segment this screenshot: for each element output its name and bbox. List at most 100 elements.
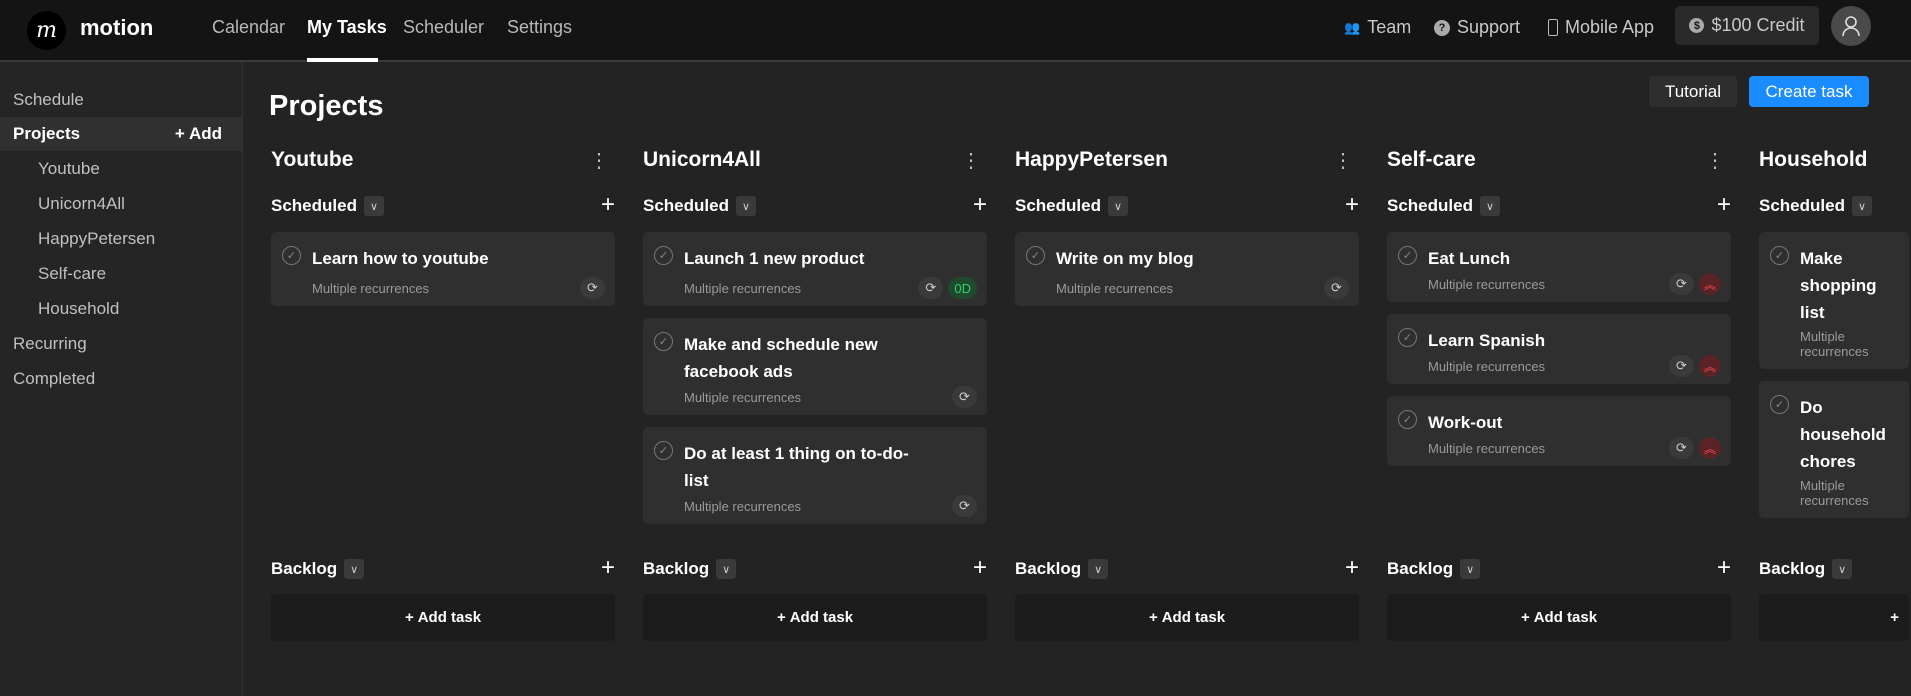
sidebar-item-completed[interactable]: Completed [0,362,242,396]
task-card[interactable]: ✓ Do household chores Multiple recurrenc… [1759,381,1909,518]
due-badge: 0D [948,277,977,299]
checkmark-circle-icon[interactable]: ✓ [282,246,301,265]
chevron-down-icon[interactable]: ∨ [1851,196,1872,216]
tutorial-button[interactable]: Tutorial [1649,76,1737,107]
project-title[interactable]: HappyPetersen [1015,148,1168,172]
recurring-icon: ⟳ [952,495,977,517]
task-card[interactable]: ✓ Do at least 1 thing on to-do-list Mult… [643,427,987,524]
task-card[interactable]: ✓ Make and schedule new facebook ads Mul… [643,318,987,415]
nav-my-tasks[interactable]: My Tasks [307,17,387,38]
recurring-icon: ⟳ [580,277,605,299]
sidebar: Schedule Projects + Add Youtube Unicorn4A… [0,62,243,696]
task-card[interactable]: ✓ Launch 1 new product Multiple recurren… [643,232,987,306]
plus-icon: + [1520,609,1530,626]
task-card[interactable]: ✓ Make shopping list Multiple recurrence… [1759,232,1909,369]
create-task-button[interactable]: Create task [1749,76,1869,107]
checkmark-circle-icon[interactable]: ✓ [1770,246,1789,265]
page-title: Projects [269,90,384,122]
add-task-button[interactable]: + [1759,594,1909,641]
sidebar-item-projects[interactable]: Projects + Add [0,117,242,151]
add-task-button[interactable]: + Add task [1015,594,1359,641]
chevron-down-icon[interactable]: ∨ [1832,559,1853,579]
active-tab-indicator [307,58,378,62]
checkmark-circle-icon[interactable]: ✓ [1770,395,1789,414]
add-task-button[interactable]: + Add task [643,594,987,641]
add-scheduled-icon[interactable]: + [601,191,615,219]
chevron-down-icon[interactable]: ∨ [1088,559,1109,579]
checkmark-circle-icon[interactable]: ✓ [654,441,673,460]
add-scheduled-icon[interactable]: + [973,191,987,219]
avatar[interactable] [1831,6,1871,46]
scheduled-section-header: Scheduled ∨ + [643,191,987,219]
project-title[interactable]: Unicorn4All [643,148,761,172]
checkmark-circle-icon[interactable]: ✓ [1398,328,1417,347]
add-scheduled-icon[interactable]: + [1717,191,1731,219]
sidebar-item-happypetersen[interactable]: HappyPetersen [0,222,242,256]
chevron-down-icon[interactable]: ∨ [363,196,384,216]
task-recurrence: Multiple recurrences [1428,359,1546,374]
sidebar-item-self-care[interactable]: Self-care [0,257,242,291]
more-options-icon[interactable]: ⋮ [1705,148,1725,173]
sidebar-item-youtube[interactable]: Youtube [0,152,242,186]
chevron-down-icon[interactable]: ∨ [1460,559,1481,579]
sidebar-item-schedule[interactable]: Schedule [0,83,242,117]
chevron-down-icon[interactable]: ∨ [344,559,365,579]
sidebar-item-recurring[interactable]: Recurring [0,327,242,361]
add-backlog-icon[interactable]: + [973,554,987,582]
task-card[interactable]: ✓ Work-out Multiple recurrences ⟳ ︽ [1387,396,1731,466]
checkmark-circle-icon[interactable]: ✓ [654,332,673,351]
task-title: Make shopping list [1800,249,1877,322]
chevron-down-icon[interactable]: ∨ [716,559,737,579]
add-scheduled-icon[interactable]: + [1345,191,1359,219]
sidebar-item-unicorn4all[interactable]: Unicorn4All [0,187,242,221]
nav-settings[interactable]: Settings [507,17,572,38]
task-recurrence: Multiple recurrences [1428,441,1546,456]
task-title: Learn how to youtube [312,249,489,268]
scheduled-section-header: Scheduled ∨ + [1015,191,1359,219]
sidebar-item-household[interactable]: Household [0,292,242,326]
backlog-section-header: Backlog ∨ [1759,557,1909,581]
task-recurrence: Multiple recurrences [684,499,802,514]
more-options-icon[interactable]: ⋮ [589,148,609,173]
add-project-button[interactable]: + Add [175,117,222,151]
add-backlog-icon[interactable]: + [601,554,615,582]
checkmark-circle-icon[interactable]: ✓ [1398,246,1417,265]
project-title[interactable]: Household [1759,148,1868,172]
scheduled-section-header: Scheduled ∨ + [271,191,615,219]
credit-button[interactable]: $ $100 Credit [1675,6,1819,45]
task-title: Launch 1 new product [684,249,865,268]
project-title[interactable]: Self-care [1387,148,1476,172]
task-recurrence: Multiple recurrences [1428,277,1546,292]
plus-icon: + [1890,609,1899,626]
checkmark-circle-icon[interactable]: ✓ [1398,410,1417,429]
chevron-down-icon[interactable]: ∨ [1107,196,1128,216]
more-options-icon[interactable]: ⋮ [1333,148,1353,173]
task-card[interactable]: ✓ Write on my blog Multiple recurrences … [1015,232,1359,306]
add-task-button[interactable]: + Add task [1387,594,1731,641]
priority-urgent-icon: ︽ [1699,273,1721,295]
chevron-down-icon[interactable]: ∨ [735,196,756,216]
recurring-icon: ⟳ [1669,437,1694,459]
mobile-app-link[interactable]: Mobile App [1548,17,1654,38]
top-nav: m motion Calendar My Tasks Scheduler Set… [0,0,1911,62]
task-card[interactable]: ✓ Eat Lunch Multiple recurrences ⟳ ︽ [1387,232,1731,302]
nav-calendar[interactable]: Calendar [212,17,285,38]
dollar-icon: $ [1689,18,1705,33]
task-recurrence: Multiple recurrences [1800,329,1869,359]
team-link[interactable]: 👥 Team [1344,17,1411,38]
project-title[interactable]: Youtube [271,148,353,172]
task-card[interactable]: ✓ Learn Spanish Multiple recurrences ⟳ ︽ [1387,314,1731,384]
add-backlog-icon[interactable]: + [1717,554,1731,582]
more-options-icon[interactable]: ⋮ [961,148,981,173]
checkmark-circle-icon[interactable]: ✓ [1026,246,1045,265]
checkmark-circle-icon[interactable]: ✓ [654,246,673,265]
nav-scheduler[interactable]: Scheduler [403,17,484,38]
recurring-icon: ⟳ [918,277,944,299]
add-backlog-icon[interactable]: + [1345,554,1359,582]
motion-logo[interactable]: m [27,11,66,50]
support-link[interactable]: ? Support [1434,17,1520,38]
task-card[interactable]: ✓ Learn how to youtube Multiple recurren… [271,232,615,306]
backlog-section-header: Backlog ∨ + [1015,554,1359,582]
chevron-down-icon[interactable]: ∨ [1479,196,1500,216]
add-task-button[interactable]: + Add task [271,594,615,641]
